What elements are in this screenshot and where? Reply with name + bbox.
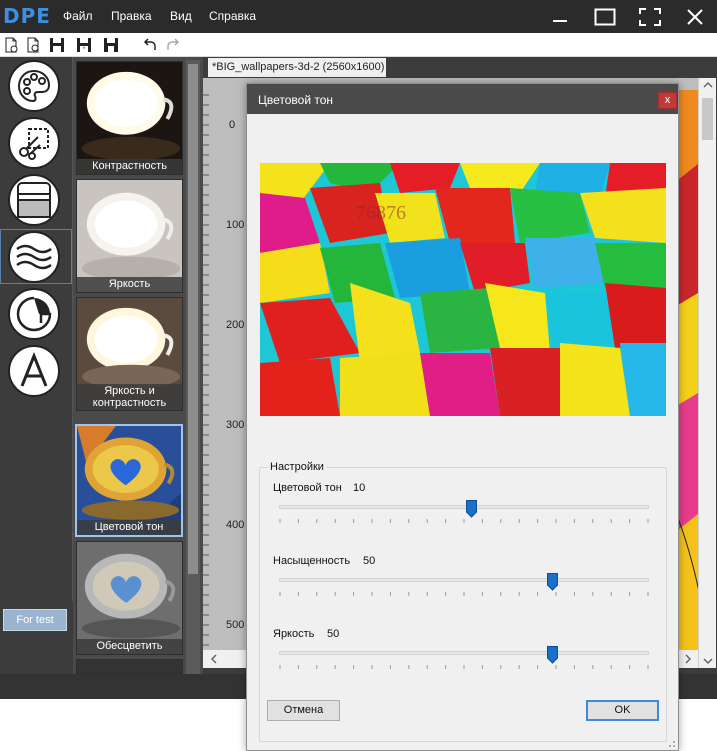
ruler-label: 500 xyxy=(226,619,245,631)
save-as-icon[interactable]: * xyxy=(76,37,92,53)
palette-icon xyxy=(17,69,51,103)
cancel-button[interactable]: Отмена xyxy=(267,700,340,721)
tool-panel xyxy=(0,57,73,601)
ruler-label: 300 xyxy=(226,419,245,431)
close-window-button[interactable] xyxy=(673,0,717,33)
effect-brightness-contrast[interactable]: Яркость и контрастность xyxy=(76,297,183,411)
fullscreen-button[interactable] xyxy=(628,0,672,33)
hue-slider-value: 10 xyxy=(353,482,366,494)
saturation-slider-ticks xyxy=(279,592,649,596)
effect-desaturate[interactable]: Обесцветить xyxy=(76,541,183,655)
menu-file[interactable]: Файл xyxy=(63,9,93,23)
maximize-button[interactable] xyxy=(583,0,627,33)
hue-slider-ticks xyxy=(279,519,649,523)
new-file-icon[interactable] xyxy=(3,37,19,53)
effect-label: Яркость и контрастность xyxy=(77,384,182,410)
sticker-tool-button[interactable] xyxy=(8,288,60,340)
menu-view[interactable]: Вид xyxy=(170,9,192,23)
ruler-label: 200 xyxy=(226,319,245,331)
effects-scrollbar-thumb[interactable] xyxy=(188,64,198,574)
toolbar: * xyxy=(0,33,717,57)
effect-brightness-thumbnail xyxy=(77,180,182,292)
app-window: DPE Файл Правка Вид Справка * For test К… xyxy=(0,0,717,751)
effect-label-line2: контрастность xyxy=(92,397,167,409)
scroll-right-icon[interactable] xyxy=(681,650,695,668)
effect-contrast[interactable]: Контрастность xyxy=(76,61,183,175)
document-vertical-scrollbar[interactable] xyxy=(698,78,716,668)
hue-slider-track[interactable] xyxy=(279,505,649,509)
document-vertical-scrollbar-thumb[interactable] xyxy=(702,98,713,140)
effect-contrast-thumbnail xyxy=(77,62,182,174)
effect-desaturate-thumbnail xyxy=(77,542,182,654)
redo-icon[interactable] xyxy=(165,37,181,53)
tool-panel-footer: For test xyxy=(0,601,73,674)
crop-tool-button[interactable] xyxy=(8,117,60,169)
effect-label: Контрастность xyxy=(77,159,182,174)
maximize-icon xyxy=(594,8,616,25)
brightness-slider-track[interactable] xyxy=(279,651,649,655)
palette-tool-button[interactable] xyxy=(8,60,60,112)
settings-group-title: Настройки xyxy=(268,461,326,473)
title-menu-bar: DPE Файл Правка Вид Справка xyxy=(0,0,717,33)
brightness-slider-thumb[interactable] xyxy=(547,646,559,664)
save-icon[interactable] xyxy=(49,37,65,53)
effect-hue[interactable]: Цветовой тон xyxy=(75,424,183,537)
undo-icon[interactable] xyxy=(142,37,158,53)
hue-dialog: Цветовой тон x 76876 Настройки Цветовой … xyxy=(246,83,679,751)
scroll-up-icon[interactable] xyxy=(699,78,717,92)
effect-next-partial[interactable] xyxy=(76,659,183,674)
effect-label: Обесцветить xyxy=(77,639,182,654)
close-icon xyxy=(687,8,703,25)
effect-brightness[interactable]: Яркость xyxy=(76,179,183,293)
fullscreen-icon xyxy=(639,7,661,26)
waves-icon xyxy=(16,244,52,270)
minimize-icon xyxy=(553,19,567,22)
texture-icon xyxy=(17,182,51,218)
saturation-slider-track[interactable] xyxy=(279,578,649,582)
text-tool-button[interactable] xyxy=(8,345,60,397)
effect-label-line1: Яркость и xyxy=(104,385,155,397)
menu-help[interactable]: Справка xyxy=(209,9,256,23)
effect-label: Яркость xyxy=(77,277,182,292)
save-all-icon[interactable] xyxy=(103,37,119,53)
app-logo: DPE xyxy=(3,4,51,28)
effect-label: Цветовой тон xyxy=(77,520,181,535)
waves-tool-button[interactable] xyxy=(8,231,60,283)
hue-slider-thumb[interactable] xyxy=(465,500,477,518)
dialog-close-button[interactable]: x xyxy=(658,92,677,109)
resize-grip-icon[interactable] xyxy=(666,738,676,748)
document-tab[interactable]: *BIG_wallpapers-3d-2 (2560x1600) xyxy=(208,58,386,77)
ruler-label: 400 xyxy=(226,519,245,531)
ruler-label: 100 xyxy=(226,219,245,231)
effects-panel: Контрастность Яркость Яркость и контраст… xyxy=(73,57,203,674)
for-test-button[interactable]: For test xyxy=(3,609,67,631)
scroll-left-icon[interactable] xyxy=(207,650,221,668)
hue-slider-label: Цветовой тон xyxy=(273,482,342,494)
saturation-slider-label: Насыщенность xyxy=(273,555,351,567)
brightness-slider-value: 50 xyxy=(327,628,340,640)
effect-hue-thumbnail xyxy=(77,426,181,535)
minimize-button[interactable] xyxy=(538,0,582,33)
texture-tool-button[interactable] xyxy=(8,174,60,226)
dialog-title-bar[interactable]: Цветовой тон x xyxy=(247,84,678,114)
ok-button[interactable]: OK xyxy=(586,700,659,721)
crop-scissors-icon xyxy=(19,128,49,160)
ruler-vertical: 0 100 200 300 400 500 xyxy=(203,90,247,650)
dialog-title: Цветовой тон xyxy=(258,93,334,107)
ruler-label: 0 xyxy=(229,119,236,131)
ruler-vertical-ticks xyxy=(203,94,209,646)
text-icon xyxy=(20,352,48,387)
saturation-slider-value: 50 xyxy=(363,555,376,567)
brightness-slider-ticks xyxy=(279,665,649,669)
preview-watermark: 76876 xyxy=(356,202,406,224)
dialog-preview-image: 76876 xyxy=(260,163,666,416)
sticker-icon xyxy=(16,296,52,332)
menu-edit[interactable]: Правка xyxy=(111,9,152,23)
saturation-slider-thumb[interactable] xyxy=(547,573,559,591)
brightness-slider-label: Яркость xyxy=(273,628,315,640)
effects-scrollbar[interactable] xyxy=(186,60,200,674)
scroll-down-icon[interactable] xyxy=(699,654,717,668)
open-file-icon[interactable] xyxy=(25,37,41,53)
